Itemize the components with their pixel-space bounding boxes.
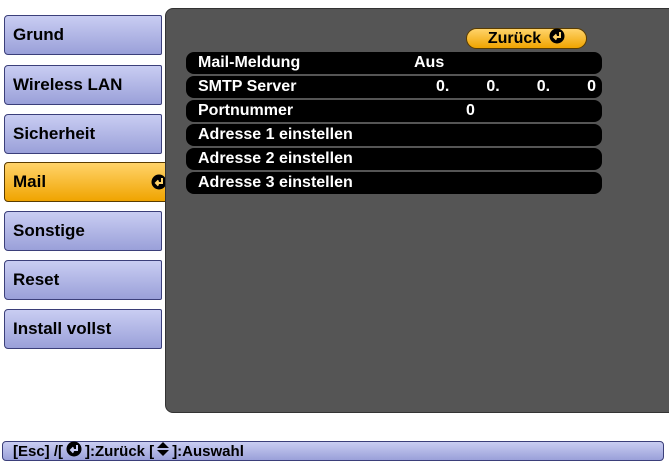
row-label: Adresse 3 einstellen [198, 174, 353, 191]
sidebar-item-label: Sonstige [13, 221, 85, 240]
sidebar-item-grund[interactable]: Grund [4, 15, 162, 55]
help-select-text: ]:Auswahl [172, 442, 244, 460]
mail-meldung-value: Aus [414, 54, 445, 71]
ip-octet-4: 0 [587, 78, 596, 95]
sidebar-item-reset[interactable]: Reset [4, 260, 162, 300]
sidebar-item-label: Sicherheit [13, 124, 96, 143]
up-down-arrow-icon [157, 442, 170, 460]
row-adresse-3[interactable]: Adresse 3 einstellen [186, 172, 602, 194]
sidebar-item-sicherheit[interactable]: Sicherheit [4, 114, 162, 154]
help-esc-text: [Esc] /[ [13, 442, 64, 460]
row-smtp-server[interactable]: SMTP Server 0. 0. 0. 0 [186, 76, 602, 98]
sidebar-item-mail[interactable]: Mail [4, 162, 176, 202]
portnummer-value: 0 [466, 102, 475, 119]
sidebar-item-label: Reset [13, 270, 60, 289]
help-bar: [Esc] /[ ]:Zurück [ ]:Auswahl [2, 441, 664, 461]
back-button[interactable]: Zurück [466, 28, 587, 49]
row-label: Adresse 1 einstellen [198, 126, 353, 143]
row-label: Portnummer [198, 102, 294, 119]
sidebar-item-install-vollst[interactable]: Install vollst [4, 309, 162, 349]
sidebar-item-label: Mail [13, 172, 47, 191]
enter-icon [66, 441, 82, 461]
settings-list: Mail-Meldung Aus SMTP Server 0. 0. 0. 0 … [186, 52, 602, 196]
help-back-text: ]:Zurück [ [85, 442, 155, 460]
row-adresse-1[interactable]: Adresse 1 einstellen [186, 124, 602, 146]
back-button-label: Zurück [487, 29, 542, 47]
row-mail-meldung[interactable]: Mail-Meldung Aus [186, 52, 602, 74]
smtp-ip-field: 0. 0. 0. 0 [436, 76, 596, 98]
sidebar-item-label: Install vollst [13, 319, 112, 338]
row-label: Mail-Meldung [198, 54, 301, 71]
ip-octet-1: 0. [436, 78, 450, 95]
sidebar-item-sonstige[interactable]: Sonstige [4, 211, 162, 251]
row-label: Adresse 2 einstellen [198, 150, 353, 167]
ip-octet-3: 0. [536, 78, 551, 95]
sidebar: Grund Wireless LAN Sicherheit Mail Sonst… [0, 0, 176, 410]
row-adresse-2[interactable]: Adresse 2 einstellen [186, 148, 602, 170]
ip-octet-2: 0. [486, 78, 500, 95]
row-label: SMTP Server [198, 78, 297, 95]
row-portnummer[interactable]: Portnummer 0 [186, 100, 602, 122]
sidebar-item-label: Wireless LAN [13, 75, 123, 94]
enter-icon [549, 28, 565, 49]
sidebar-item-label: Grund [13, 25, 64, 44]
sidebar-item-wireless-lan[interactable]: Wireless LAN [4, 65, 162, 105]
